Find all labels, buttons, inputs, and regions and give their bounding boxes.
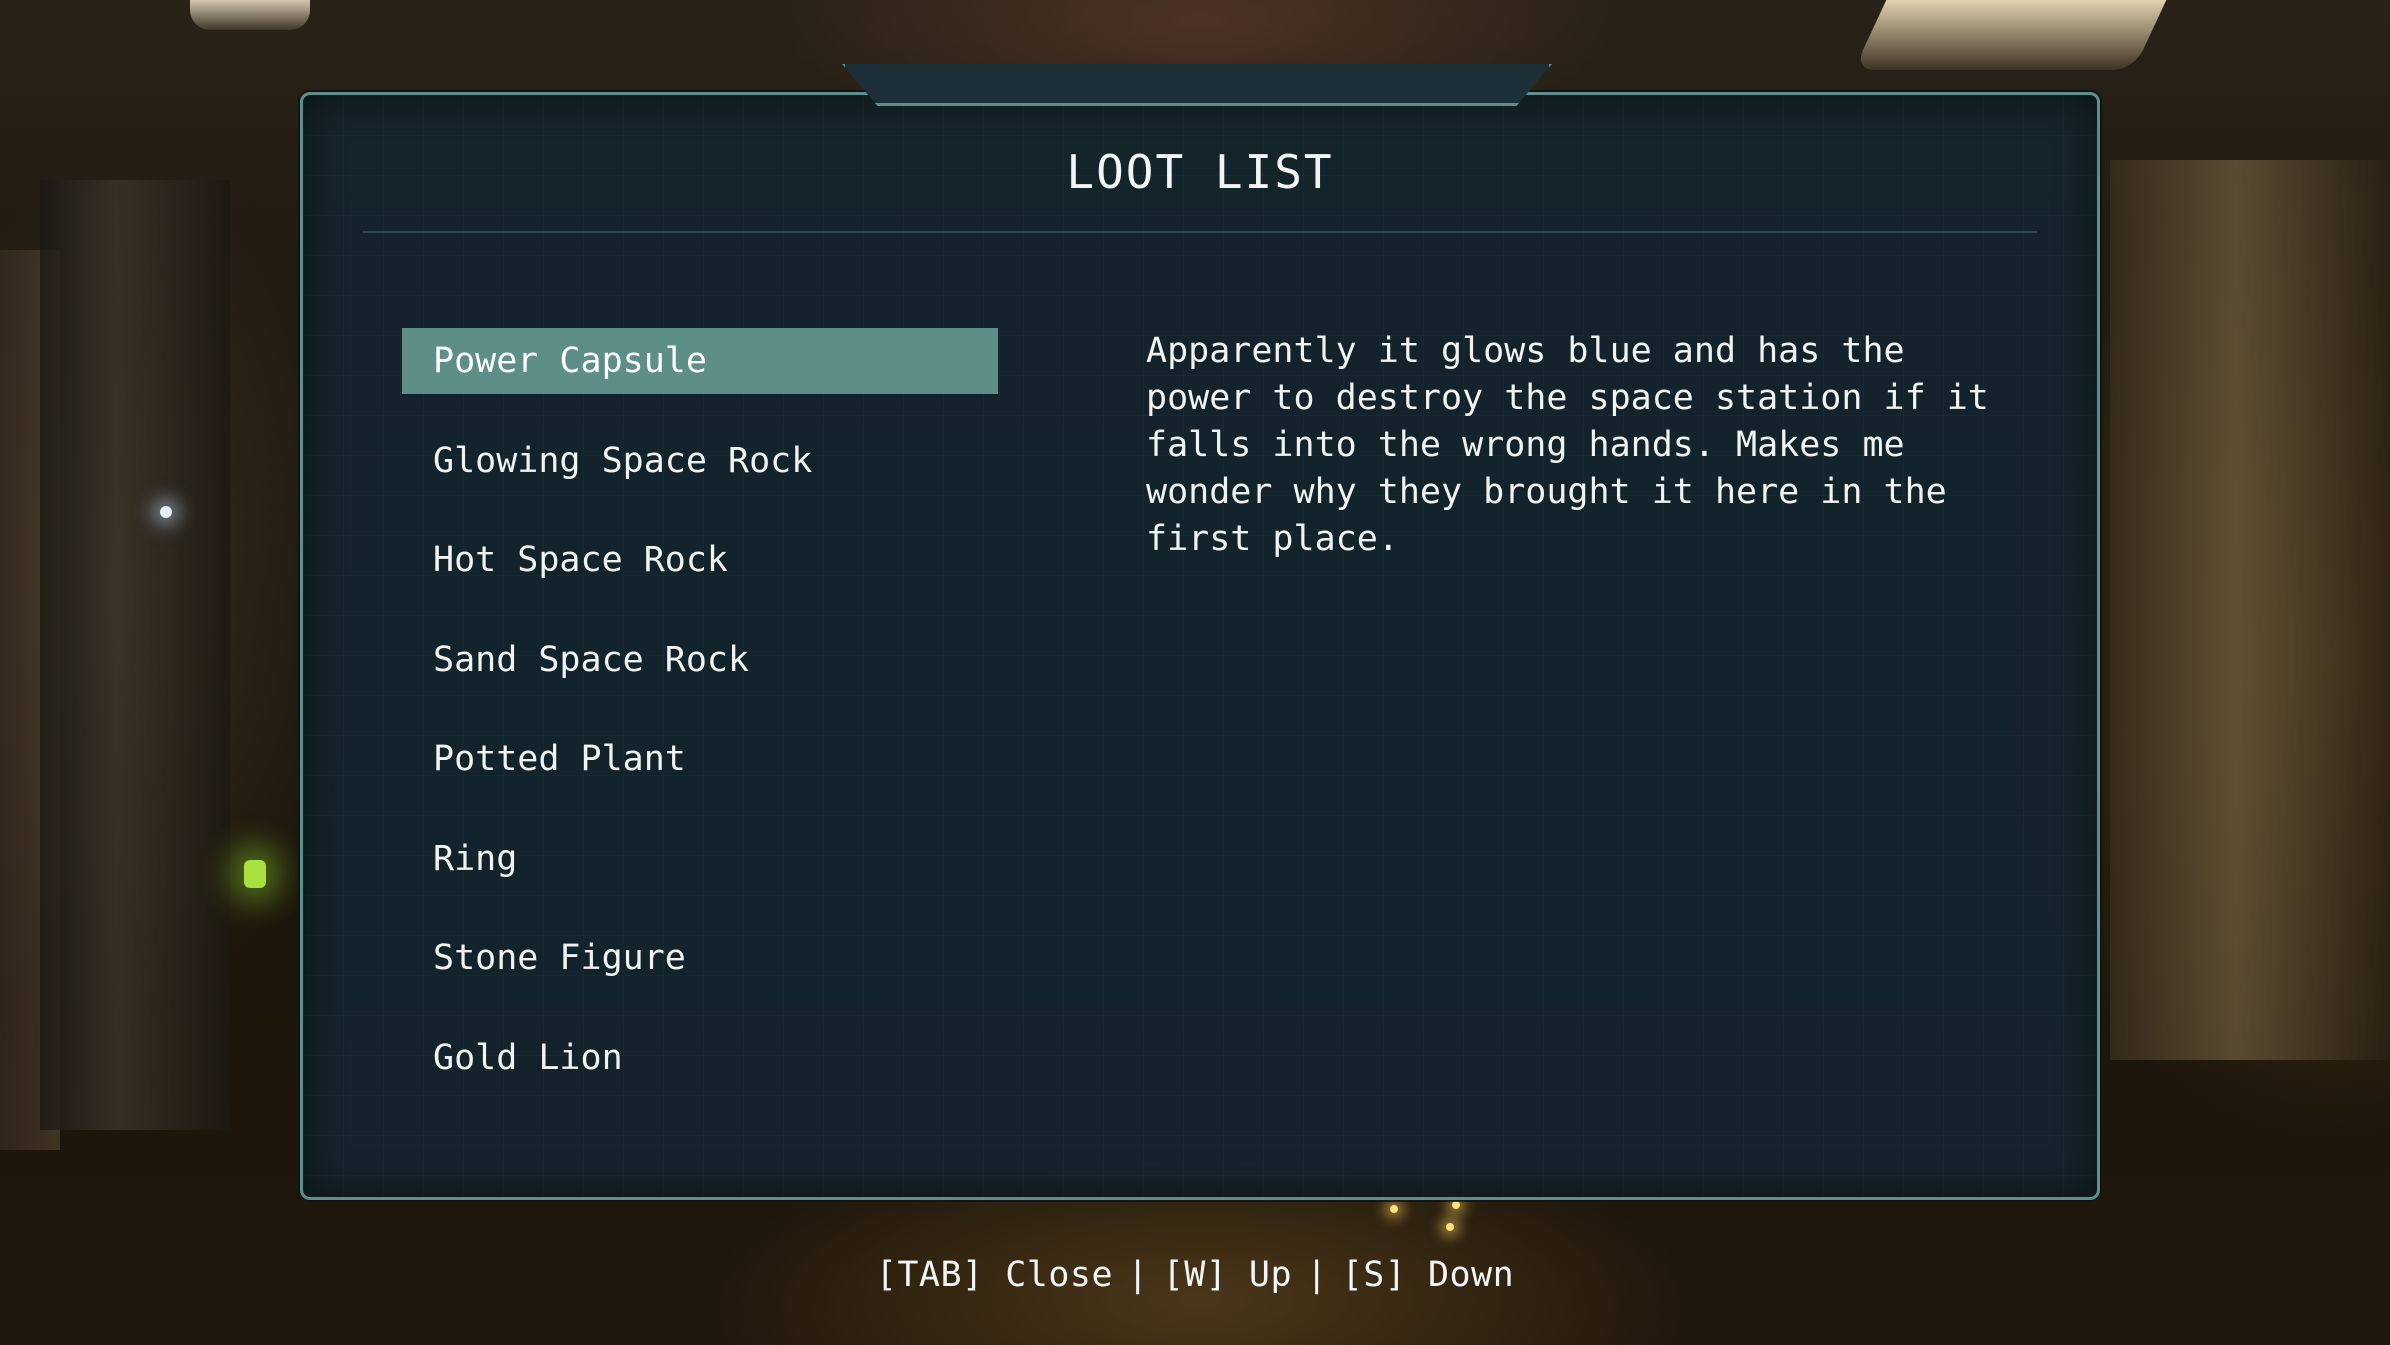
loot-item[interactable]: Potted Plant: [402, 726, 998, 792]
ceiling-light: [1853, 0, 2167, 70]
loot-item[interactable]: Hot Space Rock: [402, 527, 998, 593]
green-indicator-light: [244, 860, 266, 888]
ceiling-light: [190, 0, 310, 30]
down-hint[interactable]: [S] Down: [1342, 1255, 1515, 1295]
hint-separator: |: [1306, 1255, 1328, 1295]
loot-item[interactable]: Gold Lion: [402, 1025, 998, 1091]
title-divider: [363, 231, 2037, 233]
panel-title: LOOT LIST: [1066, 145, 1334, 199]
background-pillar: [40, 180, 230, 1130]
loot-item[interactable]: Stone Figure: [402, 925, 998, 991]
loot-item[interactable]: Ring: [402, 826, 998, 892]
floor-lights: [1390, 1201, 1470, 1235]
wall-light: [160, 506, 172, 518]
loot-list: Power Capsule Glowing Space Rock Hot Space…: [402, 328, 998, 1124]
loot-item[interactable]: Power Capsule: [402, 328, 998, 394]
loot-item[interactable]: Sand Space Rock: [402, 627, 998, 693]
loot-item[interactable]: Glowing Space Rock: [402, 428, 998, 494]
loot-list-panel: LOOT LIST Power Capsule Glowing Space Roc…: [300, 92, 2100, 1200]
item-description: Apparently it glows blue and has the pow…: [1146, 331, 1989, 559]
hint-separator: |: [1127, 1255, 1149, 1295]
up-hint[interactable]: [W] Up: [1163, 1255, 1292, 1295]
panel-top-tab: [842, 64, 1552, 106]
close-hint[interactable]: [TAB] Close: [876, 1255, 1113, 1295]
control-hints: [TAB] Close | [W] Up | [S] Down: [0, 1255, 2390, 1295]
background-door-panel: [2110, 160, 2390, 1060]
